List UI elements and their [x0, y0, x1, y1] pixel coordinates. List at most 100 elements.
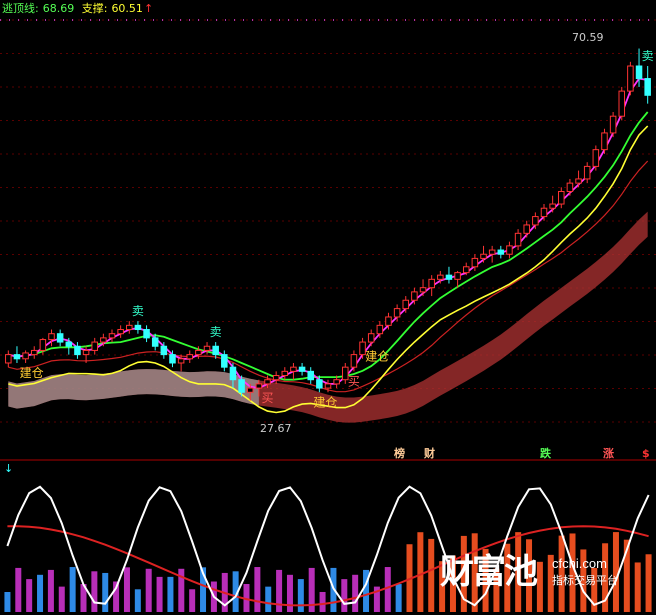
candle-body	[592, 149, 600, 167]
sub-bar	[91, 571, 98, 612]
candle-body	[39, 339, 47, 351]
candle-body	[290, 366, 297, 372]
price-high-label: 70.59	[572, 31, 604, 44]
candle-body	[186, 354, 194, 360]
sub-bar	[352, 574, 359, 612]
overlay-lines	[8, 77, 649, 414]
candle-body	[644, 78, 651, 96]
candle-body	[82, 349, 90, 356]
sub-bar	[37, 574, 44, 612]
candle-body	[195, 349, 202, 356]
candle-body	[143, 329, 150, 339]
sub-bar	[47, 569, 54, 612]
candle-body	[488, 249, 496, 255]
candle-body	[177, 358, 185, 364]
sub-bar	[123, 567, 130, 612]
candle-body	[5, 354, 12, 364]
sub-bar	[156, 576, 163, 612]
sub-bar	[189, 589, 196, 612]
signal-label: 卖	[132, 304, 144, 318]
candle-body	[281, 370, 289, 377]
watermark: 财富池 cfchi.com 指标交易平台	[440, 548, 640, 592]
candle-body	[601, 132, 608, 151]
candle-body	[419, 287, 427, 293]
candle-body	[65, 341, 73, 347]
long-average-line	[8, 160, 649, 393]
sub-bar	[428, 538, 435, 612]
candle-body	[428, 278, 435, 289]
candle-body	[264, 379, 271, 385]
candle-body	[471, 257, 479, 268]
candle-body	[506, 245, 513, 255]
candle-body	[627, 65, 634, 92]
signal-label: 建仓	[313, 395, 337, 409]
sub-bar	[645, 554, 652, 612]
candle-body	[558, 190, 565, 205]
candle-body	[333, 379, 340, 385]
candle-body	[151, 337, 159, 347]
sub-bar	[102, 572, 109, 612]
candle-body	[212, 345, 219, 356]
candle-body	[203, 345, 211, 351]
candle-body	[549, 203, 556, 209]
signal-label: 买	[262, 391, 274, 405]
signal-label: 卖	[642, 49, 654, 63]
watermark-brand: 财富池	[440, 552, 538, 592]
support-line	[8, 125, 649, 414]
candle-body	[30, 349, 38, 356]
candle-body	[402, 299, 410, 310]
candle-body	[255, 383, 263, 389]
candle-body	[411, 291, 418, 301]
candle-body	[126, 324, 133, 331]
candle-body	[609, 115, 617, 134]
stock-chart[interactable]: 建仓建仓卖卖卖买买建仓榜财跌涨 $ ↓ 70.59 27.67	[0, 0, 656, 615]
sub-bar	[417, 532, 424, 612]
candle-body	[307, 370, 314, 381]
candle-body	[367, 333, 375, 343]
tag-label: 涨	[603, 446, 614, 460]
candle-body	[462, 266, 470, 274]
candle-body	[480, 253, 487, 259]
sub-bar	[167, 576, 174, 612]
sub-bar	[297, 579, 304, 612]
watermark-tagline: 指标交易平台	[552, 574, 618, 587]
candle-body	[316, 379, 323, 389]
candle-body	[635, 65, 643, 80]
candle-body	[514, 232, 522, 247]
candle-body	[134, 324, 142, 331]
tag-label: 跌	[540, 446, 552, 460]
sub-bar	[4, 592, 11, 612]
candle-body	[74, 345, 81, 356]
sub-bar	[26, 579, 33, 612]
candle-body	[246, 387, 254, 393]
candle-body	[48, 333, 55, 341]
watermark-url: cfchi.com	[552, 556, 607, 571]
candle-body	[108, 333, 116, 339]
sub-indicator-panel: ↓	[4, 462, 652, 612]
sub-bar	[286, 574, 293, 612]
sub-bar	[69, 567, 76, 612]
trend-ribbon-early	[8, 369, 259, 409]
sub-bar	[395, 584, 402, 612]
candlesticks	[5, 48, 651, 401]
candle-body	[618, 90, 626, 117]
candle-body	[437, 274, 444, 280]
tag-label: 财	[423, 446, 435, 460]
sub-bar	[319, 591, 326, 612]
sub-bar	[265, 586, 272, 612]
sub-bar	[384, 567, 391, 612]
candle-body	[221, 354, 228, 368]
sub-bar	[341, 579, 348, 612]
candle-body	[91, 341, 98, 351]
candle-body	[350, 354, 358, 368]
candle-body	[532, 216, 539, 226]
sub-bar	[254, 567, 261, 612]
candle-body	[376, 324, 384, 335]
candle-body	[298, 366, 306, 372]
candle-body	[238, 379, 245, 393]
signal-label: 建仓	[20, 366, 44, 380]
candle-body	[56, 333, 64, 343]
down-arrow-icon: ↓	[4, 462, 13, 475]
candle-body	[22, 352, 29, 360]
candle-body	[324, 383, 332, 389]
